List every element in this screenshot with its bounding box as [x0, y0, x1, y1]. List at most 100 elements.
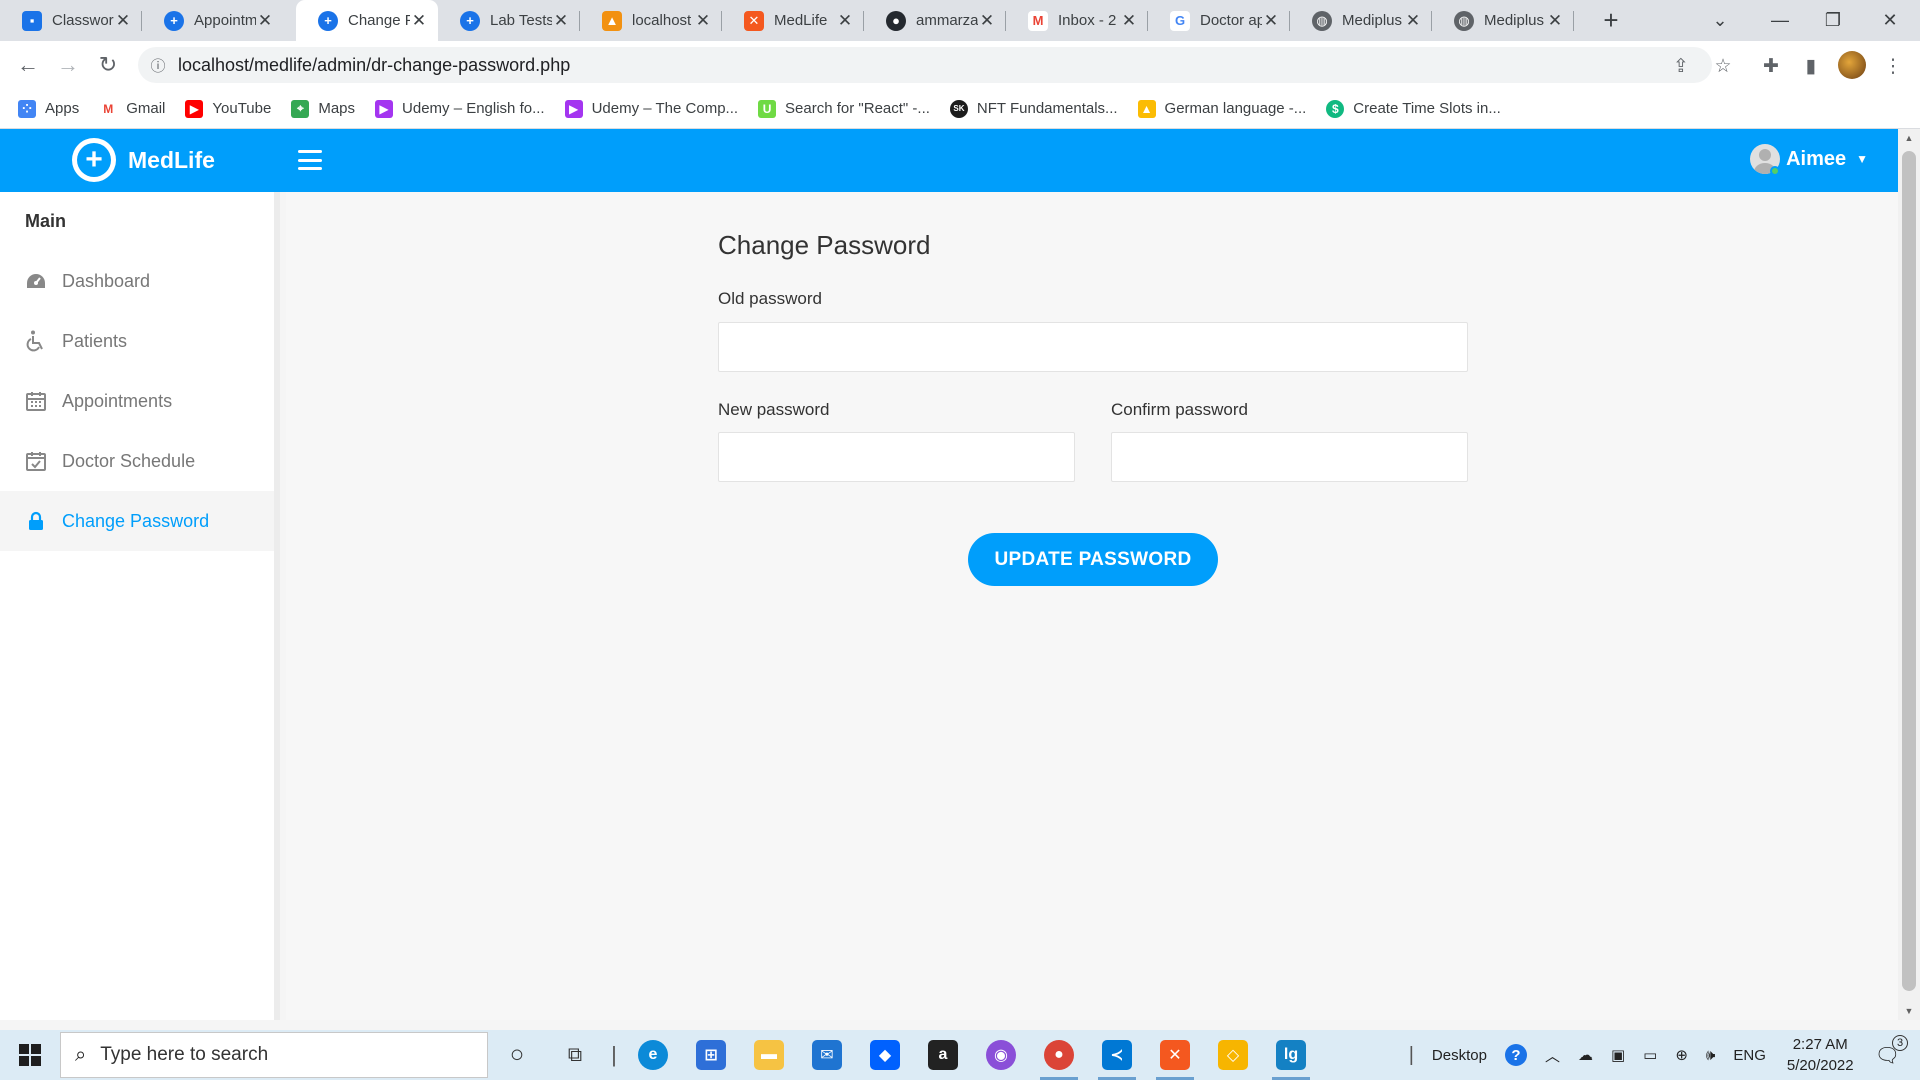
- scrollbar-thumb[interactable]: [1902, 151, 1916, 991]
- network-globe-icon[interactable]: ⊕: [1666, 1046, 1697, 1064]
- scroll-up-arrow-icon[interactable]: ▲: [1898, 133, 1920, 143]
- browser-tab[interactable]: M Inbox - 2 ✕: [1006, 0, 1148, 41]
- chrome-menu-icon[interactable]: ⋮: [1878, 51, 1908, 81]
- hamburger-menu-icon[interactable]: [298, 150, 322, 170]
- close-tab-icon[interactable]: ✕: [1120, 11, 1138, 31]
- browser-tab[interactable]: + Lab Tests ✕: [438, 0, 580, 41]
- extensions-puzzle-icon[interactable]: ✚: [1756, 51, 1786, 81]
- sketch-diamond-icon[interactable]: ◇: [1204, 1030, 1262, 1080]
- tab-search-chevron-icon[interactable]: ⌄: [1692, 0, 1748, 41]
- browser-tab[interactable]: + Appointm ✕: [142, 0, 284, 41]
- close-tab-icon[interactable]: ✕: [1262, 11, 1280, 31]
- minimize-window-icon[interactable]: —: [1752, 0, 1808, 41]
- close-tab-icon[interactable]: ✕: [1546, 11, 1564, 31]
- meet-now-icon[interactable]: ▣: [1602, 1046, 1634, 1064]
- vscode-icon[interactable]: ≺: [1088, 1030, 1146, 1080]
- user-menu[interactable]: Aimee ▼: [1750, 144, 1868, 176]
- xampp-icon[interactable]: ✕: [1146, 1030, 1204, 1080]
- bookmark-maps[interactable]: ⌖ Maps: [291, 99, 356, 118]
- cortana-circle-icon[interactable]: ○: [488, 1030, 546, 1080]
- bookmark-gmail[interactable]: M Gmail: [99, 99, 165, 118]
- page-scrollbar[interactable]: ▲ ▼: [1898, 129, 1920, 1020]
- new-password-field[interactable]: [718, 432, 1075, 482]
- notifications-chat-icon[interactable]: 🗨 3: [1866, 1034, 1920, 1068]
- browser-tab[interactable]: ● ammarza ✕: [864, 0, 1006, 41]
- bookmark-time-slots[interactable]: $ Create Time Slots in...: [1326, 99, 1501, 118]
- bookmark-udemy-english[interactable]: ▶ Udemy – English fo...: [375, 99, 545, 118]
- youtube-icon: ▶: [185, 99, 204, 118]
- onedrive-cloud-icon[interactable]: ☁: [1569, 1046, 1602, 1064]
- windows-start-icon[interactable]: [0, 1030, 60, 1080]
- back-arrow-icon[interactable]: ←: [12, 49, 44, 81]
- new-tab-plus-icon[interactable]: +: [1596, 0, 1626, 41]
- bookmark-german[interactable]: ▲ German language -...: [1137, 99, 1306, 118]
- restore-window-icon[interactable]: ❐: [1805, 0, 1861, 41]
- browser-tab[interactable]: ✕ MedLife ✕: [722, 0, 864, 41]
- site-info-icon[interactable]: ⓘ: [138, 55, 178, 76]
- close-tab-icon[interactable]: ✕: [552, 11, 570, 31]
- browser-tab-active[interactable]: + Change P ✕: [296, 0, 438, 41]
- old-password-field[interactable]: [718, 322, 1468, 372]
- caret-down-icon: ▼: [1856, 152, 1868, 166]
- bookmark-label: Apps: [45, 100, 80, 117]
- confirm-password-field[interactable]: [1111, 432, 1468, 482]
- bookmark-youtube[interactable]: ▶ YouTube: [185, 99, 271, 118]
- browser-tab[interactable]: ◍ Mediplus ✕: [1290, 0, 1432, 41]
- help-question-icon[interactable]: ?: [1496, 1044, 1536, 1066]
- microsoft-store-icon[interactable]: ⊞: [682, 1030, 740, 1080]
- bookmark-udemy-complete[interactable]: ▶ Udemy – The Comp...: [564, 99, 738, 118]
- close-tab-icon[interactable]: ✕: [114, 11, 132, 31]
- mail-envelope-icon[interactable]: ✉: [798, 1030, 856, 1080]
- task-view-icon[interactable]: ⧉: [546, 1030, 604, 1080]
- volume-speaker-icon[interactable]: 🕪: [1697, 1047, 1724, 1064]
- reload-icon[interactable]: ↻: [92, 49, 124, 81]
- show-hidden-icons-chevron-icon[interactable]: ︿: [1536, 1045, 1569, 1066]
- bookmark-star-icon[interactable]: ☆: [1708, 51, 1738, 81]
- bookmark-upwork-react[interactable]: U Search for "React" -...: [758, 99, 930, 118]
- rainbow-app-icon[interactable]: ◉: [972, 1030, 1030, 1080]
- udemy-icon: ▶: [564, 99, 583, 118]
- address-bar[interactable]: ⓘ localhost/medlife/admin/dr-change-pass…: [138, 47, 1712, 83]
- bookmark-nft[interactable]: SK NFT Fundamentals...: [949, 99, 1118, 118]
- sidebar-item-dashboard[interactable]: Dashboard: [0, 251, 274, 311]
- brand-logo[interactable]: + MedLife: [72, 138, 215, 182]
- browser-tab[interactable]: G Doctor ap ✕: [1148, 0, 1290, 41]
- scroll-down-arrow-icon[interactable]: ▼: [1898, 1006, 1920, 1016]
- tab-title: Inbox - 2: [1058, 12, 1117, 29]
- close-tab-icon[interactable]: ✕: [410, 11, 428, 31]
- forward-arrow-icon[interactable]: →: [52, 49, 84, 81]
- sidebar-item-patients[interactable]: Patients: [0, 311, 274, 371]
- share-icon[interactable]: ⇪: [1666, 51, 1696, 81]
- profile-avatar[interactable]: [1838, 51, 1866, 79]
- taskbar-search-input[interactable]: ⌕ Type here to search: [60, 1032, 488, 1078]
- bookmark-apps[interactable]: ⁘ Apps: [18, 99, 80, 118]
- sidebar-item-doctor-schedule[interactable]: Doctor Schedule: [0, 431, 274, 491]
- desktop-toolbar-label[interactable]: Desktop: [1423, 1047, 1496, 1064]
- close-tab-icon[interactable]: ✕: [256, 11, 274, 31]
- lg-app-icon[interactable]: lg: [1262, 1030, 1320, 1080]
- close-tab-icon[interactable]: ✕: [836, 11, 854, 31]
- file-explorer-folder-icon[interactable]: ▬: [740, 1030, 798, 1080]
- old-password-label: Old password: [718, 289, 822, 308]
- sidebar-item-appointments[interactable]: Appointments: [0, 371, 274, 431]
- chrome-icon[interactable]: ●: [1030, 1030, 1088, 1080]
- taskbar-clock[interactable]: 2:27 AM 5/20/2022: [1775, 1034, 1866, 1076]
- sidebar-item-change-password[interactable]: Change Password: [0, 491, 274, 551]
- close-window-icon[interactable]: ✕: [1862, 0, 1918, 41]
- browser-tab[interactable]: ◍ Mediplus ✕: [1432, 0, 1574, 41]
- close-tab-icon[interactable]: ✕: [978, 11, 996, 31]
- dropbox-icon[interactable]: ◆: [856, 1030, 914, 1080]
- close-tab-icon[interactable]: ✕: [1404, 11, 1422, 31]
- language-indicator[interactable]: ENG: [1724, 1047, 1775, 1064]
- edge-browser-icon[interactable]: e: [624, 1030, 682, 1080]
- phpmyadmin-favicon-icon: ▲: [602, 10, 622, 31]
- amazon-icon[interactable]: a: [914, 1030, 972, 1080]
- bookmark-label: Maps: [318, 100, 356, 117]
- side-panel-icon[interactable]: ▮: [1796, 51, 1826, 81]
- tab-title: localhost: [632, 12, 692, 29]
- browser-tab[interactable]: ▲ localhost ✕: [580, 0, 722, 41]
- update-password-button[interactable]: UPDATE PASSWORD: [968, 533, 1218, 586]
- battery-icon[interactable]: ▭: [1634, 1046, 1666, 1064]
- browser-tab[interactable]: ▪ Classwork ✕: [0, 0, 142, 41]
- close-tab-icon[interactable]: ✕: [694, 11, 712, 31]
